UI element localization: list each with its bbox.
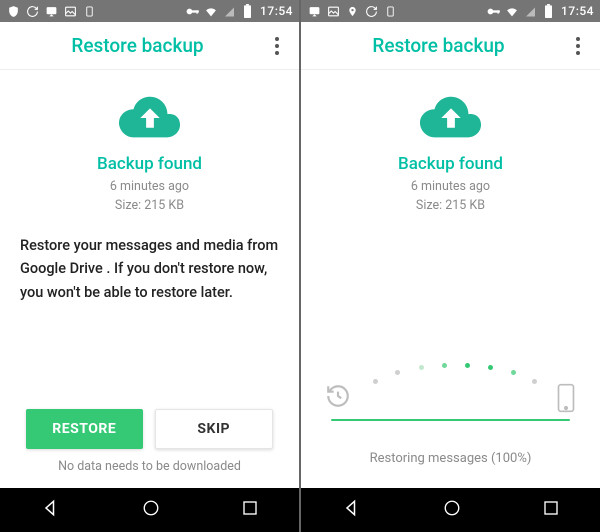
restore-button[interactable]: RESTORE	[26, 409, 143, 449]
no-sim-icon	[222, 4, 236, 18]
no-sim-icon	[523, 4, 537, 18]
battery-icon	[240, 4, 254, 18]
image-icon	[326, 4, 340, 18]
content-area: Backup found 6 minutes ago Size: 215 KB	[301, 70, 600, 488]
overflow-menu-button[interactable]	[265, 37, 289, 55]
device-icon	[383, 4, 397, 18]
image-icon	[63, 4, 77, 18]
page-title: Restore backup	[311, 34, 566, 57]
recent-button[interactable]	[542, 499, 560, 521]
phone-screen-progress: 17:54 Restore backup Backup found 6 minu…	[301, 0, 600, 532]
shield-icon	[6, 4, 20, 18]
page-title: Restore backup	[10, 34, 265, 57]
cloud-upload-icon	[119, 96, 181, 144]
phone-icon	[556, 383, 576, 417]
home-button[interactable]	[443, 499, 461, 521]
restore-description: Restore your messages and media from Goo…	[20, 234, 279, 306]
backup-time: 6 minutes ago	[20, 178, 279, 197]
key-icon	[487, 4, 501, 18]
sync-icon	[364, 4, 378, 18]
button-row: RESTORE SKIP	[20, 409, 279, 459]
recent-button[interactable]	[241, 499, 259, 521]
status-bar: 17:54	[301, 0, 600, 22]
progress-bar	[331, 419, 570, 421]
chat-icon	[44, 4, 58, 18]
cloud-upload-icon	[420, 96, 482, 144]
back-button[interactable]	[41, 498, 61, 522]
status-time: 17:54	[561, 4, 594, 18]
status-time: 17:54	[260, 4, 293, 18]
wifi-icon	[505, 4, 519, 18]
nav-bar	[301, 488, 600, 532]
sync-icon	[25, 4, 39, 18]
backup-found-title: Backup found	[20, 154, 279, 174]
app-header: Restore backup	[301, 22, 600, 70]
phone-screen-prompt: 17:54 Restore backup Backup found 6 minu…	[0, 0, 299, 532]
status-bar: 17:54	[0, 0, 299, 22]
home-button[interactable]	[142, 499, 160, 521]
backup-found-title: Backup found	[321, 154, 580, 174]
backup-size: Size: 215 KB	[20, 197, 279, 216]
chat-icon	[307, 4, 321, 18]
restore-progress	[327, 361, 574, 421]
overflow-menu-button[interactable]	[566, 37, 590, 55]
content-area: Backup found 6 minutes ago Size: 215 KB …	[0, 70, 299, 488]
key-icon	[186, 4, 200, 18]
device-icon	[82, 4, 96, 18]
location-icon	[345, 4, 359, 18]
backup-size: Size: 215 KB	[321, 197, 580, 216]
battery-icon	[541, 4, 555, 18]
progress-dots	[327, 361, 574, 411]
backup-time: 6 minutes ago	[321, 178, 580, 197]
wifi-icon	[204, 4, 218, 18]
skip-button[interactable]: SKIP	[155, 409, 274, 449]
nav-bar	[0, 488, 299, 532]
footer-note: No data needs to be downloaded	[20, 459, 279, 488]
app-header: Restore backup	[0, 22, 299, 70]
back-button[interactable]	[342, 498, 362, 522]
restore-status: Restoring messages (100%)	[321, 451, 580, 466]
